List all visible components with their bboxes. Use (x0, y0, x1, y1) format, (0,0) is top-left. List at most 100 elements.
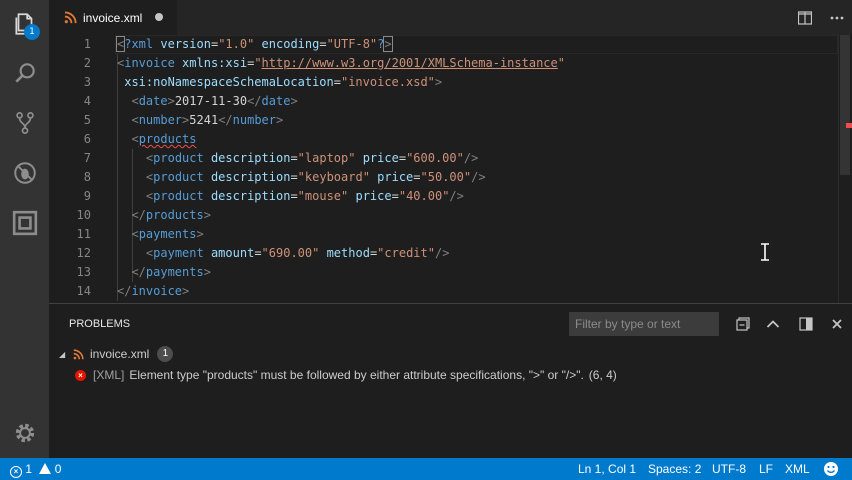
code-token: /> (471, 170, 486, 184)
code-token: < (131, 113, 139, 127)
code-line[interactable]: <product description="laptop" price="600… (117, 149, 478, 168)
source-control-button[interactable] (0, 99, 49, 147)
code-token: "600.00" (406, 151, 464, 165)
search-button[interactable] (0, 49, 49, 97)
code-line[interactable]: <payment amount="690.00" method="credit"… (117, 244, 450, 263)
code-line[interactable]: <number>5241</number> (117, 111, 283, 130)
scroll-thumb[interactable] (840, 35, 850, 175)
code-token: < (131, 227, 139, 241)
code-token: = (391, 189, 399, 203)
code-line[interactable]: <product description="keyboard" price="5… (117, 168, 486, 187)
code-token: date (261, 94, 291, 108)
code-token: /> (434, 246, 450, 260)
code-line[interactable]: </products> (117, 206, 211, 225)
extensions-button[interactable] (0, 199, 49, 247)
code-token: " (557, 56, 565, 70)
rss-file-icon (73, 348, 84, 359)
problems-panel: PROBLEMS ◢ invoice.xml 1 × (49, 303, 852, 458)
error-count: 1 (25, 462, 33, 476)
feedback-button[interactable] (823, 461, 839, 477)
code-token: method (326, 246, 370, 260)
code-line[interactable]: xsi:noNamespaceSchemaLocation="invoice.x… (117, 73, 442, 92)
debug-icon (13, 162, 36, 184)
extensions-icon (12, 210, 37, 236)
vertical-scrollbar[interactable] (838, 35, 852, 303)
collapse-all-button[interactable] (733, 314, 753, 334)
encoding-status[interactable]: UTF-8 (712, 458, 746, 480)
code-token: payments (145, 265, 204, 279)
code-line[interactable]: </payments> (117, 263, 210, 282)
code-token: date (138, 94, 168, 108)
code-token: encoding (261, 37, 320, 51)
code-token: "1.0" (218, 37, 255, 51)
toggle-panel-position-button[interactable] (796, 314, 816, 334)
code-token: </ (247, 94, 262, 108)
code-token: 5241 (189, 113, 219, 127)
activity-bar: 1 (0, 0, 49, 458)
code-token: "40.00" (398, 189, 450, 203)
code-token: "690.00" (261, 246, 320, 260)
error-icon: × (75, 369, 86, 381)
code-token: price (355, 189, 392, 203)
split-editor-icon (798, 11, 812, 25)
debug-button[interactable] (0, 149, 49, 197)
line-number: 7 (83, 151, 91, 165)
explorer-badge: 1 (24, 24, 40, 40)
code-line[interactable]: <?xml version="1.0" encoding="UTF-8"?> (115, 35, 393, 54)
eol-status[interactable]: LF (759, 458, 773, 480)
indentation-status[interactable]: Spaces: 2 (648, 458, 701, 480)
cursor-position-status[interactable]: Ln 1, Col 1 (578, 458, 636, 480)
problems-filter-input[interactable] (569, 312, 719, 336)
tab-invoice-xml[interactable]: invoice.xml (49, 0, 177, 35)
code-token: "credit" (377, 246, 435, 260)
code-token: = (290, 170, 298, 184)
problem-location: (6, 4) (588, 368, 617, 382)
warning-count: 0 (54, 462, 62, 476)
code-line[interactable]: <invoice xmlns:xsi="http://www.w3.org/20… (117, 54, 565, 73)
close-panel-button[interactable] (827, 314, 847, 334)
settings-button[interactable] (0, 409, 49, 457)
code-token: </ (131, 208, 146, 222)
code-line[interactable]: <product description="mouse" price="40.0… (117, 187, 464, 206)
code-line[interactable]: <date>2017-11-30</date> (117, 92, 297, 111)
language-status[interactable]: XML (785, 458, 810, 480)
unsaved-dot-icon[interactable] (155, 13, 163, 21)
code-line[interactable]: </invoice> (117, 282, 189, 301)
problem-file-row[interactable]: ◢ invoice.xml 1 (59, 344, 174, 364)
status-bar: × 1 0 Ln 1, Col 1 Spaces: 2 UTF-8 LF XML (0, 458, 852, 480)
problem-message: Element type "products" must be followed… (129, 368, 584, 382)
maximize-panel-button[interactable] (763, 314, 783, 334)
code-token: > (203, 208, 211, 222)
error-icon: × (10, 466, 22, 478)
chevron-down-icon[interactable]: ◢ (59, 350, 71, 359)
code-token: "keyboard" (297, 170, 370, 184)
more-actions-button[interactable] (827, 8, 847, 28)
code-token: < (131, 132, 139, 146)
code-token: 2017-11-30 (174, 94, 248, 108)
text-cursor-icon (761, 243, 769, 261)
explorer-button[interactable]: 1 (0, 0, 49, 48)
source-control-icon (15, 112, 34, 134)
problems-status[interactable]: × 1 0 (10, 458, 61, 480)
tab-bar: invoice.xml (49, 0, 852, 35)
error-marker (846, 123, 852, 128)
code-editor[interactable]: 1 2 3 4 5 6 7 8 9 10 11 12 13 14 <?xml version="1.0" … (49, 35, 852, 303)
problem-item[interactable]: × [XML] Element type "products" must be … (75, 365, 617, 385)
panel-title[interactable]: PROBLEMS (69, 318, 130, 330)
code-token: xsi:noNamespaceSchemaLocation (124, 75, 334, 89)
line-number: 12 (76, 246, 91, 260)
code-line[interactable]: <products (117, 130, 196, 149)
code-line[interactable]: <payments> (117, 225, 204, 244)
code-token: > (196, 227, 204, 241)
smiley-icon (824, 462, 838, 476)
line-number: 2 (83, 56, 91, 70)
code-token: < (131, 94, 139, 108)
split-editor-button[interactable] (795, 8, 815, 28)
